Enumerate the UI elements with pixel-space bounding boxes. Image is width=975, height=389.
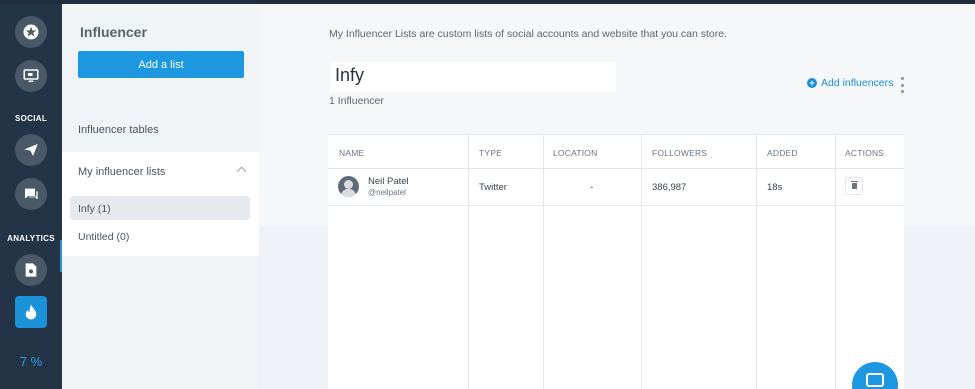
chevron-up-icon[interactable]: [236, 166, 247, 177]
influencer-followers: 386,987: [652, 182, 687, 193]
influencer-type: Twitter: [479, 182, 507, 193]
sidebar-title: Influencer: [80, 24, 147, 40]
trash-icon: [850, 181, 858, 189]
more-options-icon[interactable]: [900, 77, 904, 93]
header-followers[interactable]: FOLLOWERS: [652, 148, 707, 158]
header-added[interactable]: ADDED: [767, 148, 798, 158]
influencer-sidebar: Influencer Add a list Influencer tables …: [62, 4, 259, 389]
paper-plane-icon[interactable]: [15, 134, 47, 166]
column-divider: [468, 135, 469, 389]
header-location[interactable]: LOCATION: [553, 148, 597, 158]
row-divider: [328, 205, 904, 206]
column-divider: [756, 135, 757, 389]
add-influencers-label: Add influencers: [821, 77, 894, 89]
progress-text: 7 %: [19, 354, 43, 369]
header-type[interactable]: TYPE: [479, 148, 502, 158]
add-list-button[interactable]: Add a list: [78, 51, 244, 78]
column-divider: [641, 135, 642, 389]
influencer-count: 1 Influencer: [329, 95, 384, 107]
main-rail: SOCIAL ANALYTICS 7 %: [0, 4, 63, 389]
column-divider: [543, 135, 544, 389]
star-icon[interactable]: [15, 16, 47, 48]
influencer-name[interactable]: Neil Patel: [368, 176, 409, 187]
influencer-table: NAME TYPE LOCATION FOLLOWERS ADDED ACTIO…: [328, 134, 904, 389]
my-lists-header[interactable]: My influencer lists: [78, 166, 165, 178]
list-name-field[interactable]: Infy: [331, 62, 616, 92]
header-divider: [328, 168, 904, 169]
chat-icon[interactable]: [15, 178, 47, 210]
sidebar-item-influencer-tables[interactable]: Influencer tables: [78, 124, 159, 136]
column-divider: [835, 135, 836, 389]
list-item-infy[interactable]: Infy (1): [78, 203, 111, 215]
plus-icon: +: [807, 78, 817, 88]
header-actions: ACTIONS: [845, 148, 885, 158]
page-description: My Influencer Lists are custom lists of …: [329, 28, 728, 40]
influencer-location: -: [590, 182, 594, 193]
fire-icon[interactable]: [15, 296, 47, 328]
monitor-icon[interactable]: [15, 60, 47, 92]
analytics-label: ANALYTICS: [7, 234, 55, 243]
influencer-handle: @neilpatel: [368, 188, 406, 197]
delete-button[interactable]: [845, 177, 863, 195]
add-influencers-button[interactable]: + Add influencers: [807, 77, 893, 89]
influencer-added: 18s: [767, 182, 783, 193]
list-item-untitled[interactable]: Untitled (0): [78, 231, 129, 243]
social-label: SOCIAL: [14, 114, 48, 123]
my-lists-section: My influencer lists Infy (1) Untitled (0…: [62, 152, 259, 256]
header-name[interactable]: NAME: [339, 148, 364, 158]
chat-bubble-icon: [866, 373, 884, 387]
main-content: My Influencer Lists are custom lists of …: [259, 4, 975, 389]
avatar: [338, 176, 359, 197]
report-icon[interactable]: [15, 254, 47, 286]
